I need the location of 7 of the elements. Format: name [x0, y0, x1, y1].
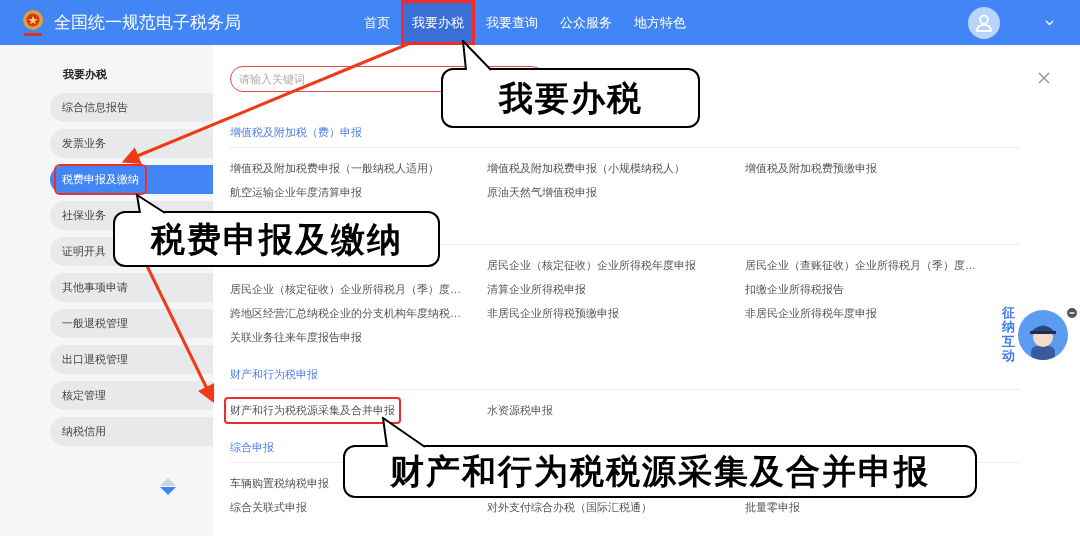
sidebar-title: 我要办税: [62, 66, 108, 82]
callout-text: 税费申报及缴纳: [150, 218, 403, 260]
site-title: 全国统一规范电子税务局: [54, 11, 241, 34]
section-heading: 财产和行为税申报: [230, 367, 318, 383]
callout-text: 财产和行为税税源采集及合并申报: [390, 451, 930, 492]
section-heading: 增值税及附加税（费）申报: [230, 125, 362, 141]
section-heading: 综合申报: [230, 440, 274, 456]
